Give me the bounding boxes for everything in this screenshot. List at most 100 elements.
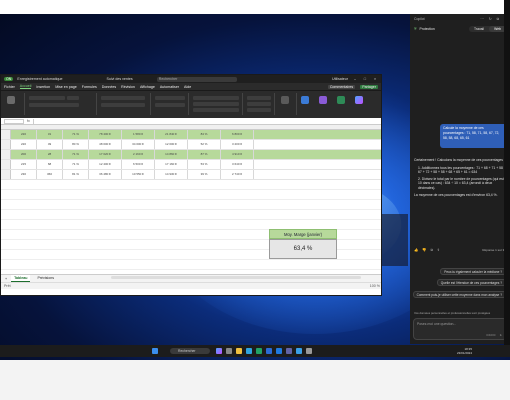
insert-cells-button[interactable] xyxy=(247,96,271,100)
analyze-data-icon[interactable] xyxy=(337,96,345,104)
maximize-icon[interactable]: □ xyxy=(362,77,368,81)
conditional-format-button[interactable] xyxy=(193,96,239,100)
table-cell[interactable]: 52 % xyxy=(188,140,221,149)
table-cell[interactable]: 12 000 € xyxy=(155,140,188,149)
table-cell[interactable]: 81 % xyxy=(63,170,89,179)
kpi-value-cell[interactable]: 63,4 % xyxy=(269,239,337,259)
more-icon[interactable]: ⋯ xyxy=(480,17,483,21)
font-name-select[interactable] xyxy=(29,96,65,100)
tab-donnees[interactable]: Données xyxy=(102,85,116,89)
table-cell[interactable]: 48 000 € xyxy=(89,140,122,149)
copilot-taskbar-icon[interactable] xyxy=(216,348,222,354)
copilot-icon[interactable] xyxy=(355,96,363,104)
table-cell[interactable]: 68 xyxy=(37,160,63,169)
styles-group[interactable] xyxy=(191,93,243,115)
excel-search-box[interactable]: Rechercher xyxy=(156,76,237,82)
table-cell[interactable]: 14 860 € xyxy=(155,150,188,159)
suggestion-chip[interactable]: Comment puis-je utiliser cette moyenne d… xyxy=(412,291,506,298)
font-group[interactable] xyxy=(27,93,97,115)
table-cell[interactable]: 3 640 € xyxy=(221,160,254,169)
empty-row[interactable] xyxy=(1,210,381,220)
sensitivity-icon[interactable] xyxy=(301,96,309,104)
suggestion-chip[interactable]: Quelle est l'étendue de ces pourcentages… xyxy=(436,279,506,286)
row-header[interactable] xyxy=(1,140,11,149)
tab-automatiser[interactable]: Automatiser xyxy=(160,85,179,89)
file-name[interactable]: Suivi des ventes xyxy=(107,77,133,81)
empty-row[interactable] xyxy=(1,260,381,270)
edge-icon[interactable] xyxy=(246,348,252,354)
empty-row[interactable] xyxy=(1,190,381,200)
comments-button[interactable]: Commentaires xyxy=(327,84,356,89)
open-new-icon[interactable]: ⧉ xyxy=(497,17,499,21)
empty-row[interactable] xyxy=(1,200,381,210)
word-icon[interactable] xyxy=(266,348,272,354)
send-icon[interactable]: ➤ xyxy=(499,333,502,337)
outlook-icon[interactable] xyxy=(276,348,282,354)
table-cell[interactable]: 84 % xyxy=(188,130,221,139)
tab-aide[interactable]: Aide xyxy=(184,85,191,89)
add-sheet-icon[interactable]: + xyxy=(5,277,7,281)
row-header[interactable] xyxy=(1,130,11,139)
table-cell[interactable]: 71 % xyxy=(63,160,89,169)
table-cell[interactable]: 87 % xyxy=(188,150,221,159)
table-cell[interactable]: 78 400 € xyxy=(89,130,122,139)
table-cell[interactable]: 17 160 € xyxy=(155,160,188,169)
table-cell[interactable]: 6 500 € xyxy=(122,160,155,169)
table-cell[interactable]: 17 020 € xyxy=(89,150,122,159)
refresh-icon[interactable]: ↻ xyxy=(489,17,492,21)
number-buttons[interactable] xyxy=(155,103,185,107)
horizontal-scrollbar[interactable] xyxy=(111,276,361,279)
cells-group[interactable] xyxy=(245,93,275,115)
number-group[interactable] xyxy=(153,93,189,115)
table-cell[interactable]: 215 xyxy=(11,160,37,169)
tab-accueil[interactable]: Accueil xyxy=(19,84,32,89)
teams-icon[interactable] xyxy=(286,348,292,354)
table-cell[interactable]: 71 % xyxy=(63,130,89,139)
bold-italic-buttons[interactable] xyxy=(29,103,79,107)
empty-row[interactable] xyxy=(1,180,381,190)
addins-icon[interactable] xyxy=(319,96,327,104)
table-cell[interactable]: 80 % xyxy=(63,140,89,149)
format-cells-button[interactable] xyxy=(247,108,271,112)
excel-taskbar-icon[interactable] xyxy=(256,348,262,354)
row-header[interactable] xyxy=(1,150,11,159)
table-cell[interactable]: 230 xyxy=(11,170,37,179)
start-icon[interactable] xyxy=(152,348,158,354)
tab-fichier[interactable]: Fichier xyxy=(4,85,15,89)
store-icon[interactable] xyxy=(296,348,302,354)
explorer-icon[interactable] xyxy=(236,348,242,354)
tab-formules[interactable]: Formules xyxy=(82,85,97,89)
tab-mise-en-page[interactable]: Mise en page xyxy=(55,85,77,89)
align-buttons[interactable] xyxy=(101,96,145,100)
table-cell[interactable]: 6 800 € xyxy=(221,130,254,139)
minimize-icon[interactable]: – xyxy=(352,77,358,81)
name-box[interactable] xyxy=(4,118,24,124)
table-row[interactable]: 215 68 71 % 12 400 € 6 500 € 17 160 € 53… xyxy=(1,160,381,170)
table-cell[interactable]: 2 740 € xyxy=(221,170,254,179)
taskbar-clock[interactable]: 18:35 23/01/2024 xyxy=(440,347,472,355)
format-table-button[interactable] xyxy=(193,102,239,106)
copy-icon[interactable]: ⧉ xyxy=(430,248,432,252)
sheet-tab-previsions[interactable]: Prévisions xyxy=(34,275,57,282)
table-cell[interactable]: 71 % xyxy=(63,150,89,159)
autosave-toggle[interactable]: ON xyxy=(4,77,14,81)
thumbs-up-icon[interactable]: 👍 xyxy=(414,248,418,252)
table-cell[interactable]: 34 000 € xyxy=(122,140,155,149)
sum-icon[interactable] xyxy=(281,96,289,104)
tab-revision[interactable]: Révision xyxy=(121,85,135,89)
user-name[interactable]: Utilisateur xyxy=(332,77,348,81)
table-cell[interactable]: 53 % xyxy=(188,160,221,169)
export-icon[interactable]: ⇪ xyxy=(437,248,440,252)
clipboard-group[interactable] xyxy=(3,93,25,115)
indent-buttons[interactable] xyxy=(101,103,145,107)
thumbs-down-icon[interactable]: 👎 xyxy=(422,248,426,252)
tab-affichage[interactable]: Affichage xyxy=(140,85,155,89)
formula-input[interactable] xyxy=(32,118,333,124)
font-size-select[interactable] xyxy=(67,96,79,100)
table-cell[interactable]: 4 910 € xyxy=(221,150,254,159)
table-cell[interactable]: 220 xyxy=(11,130,37,139)
paste-icon[interactable] xyxy=(7,96,15,104)
table-cell[interactable]: 49 xyxy=(37,140,63,149)
kpi-label-cell[interactable]: Moy. Marge (janvier) xyxy=(269,229,337,239)
editing-group[interactable] xyxy=(277,93,297,115)
